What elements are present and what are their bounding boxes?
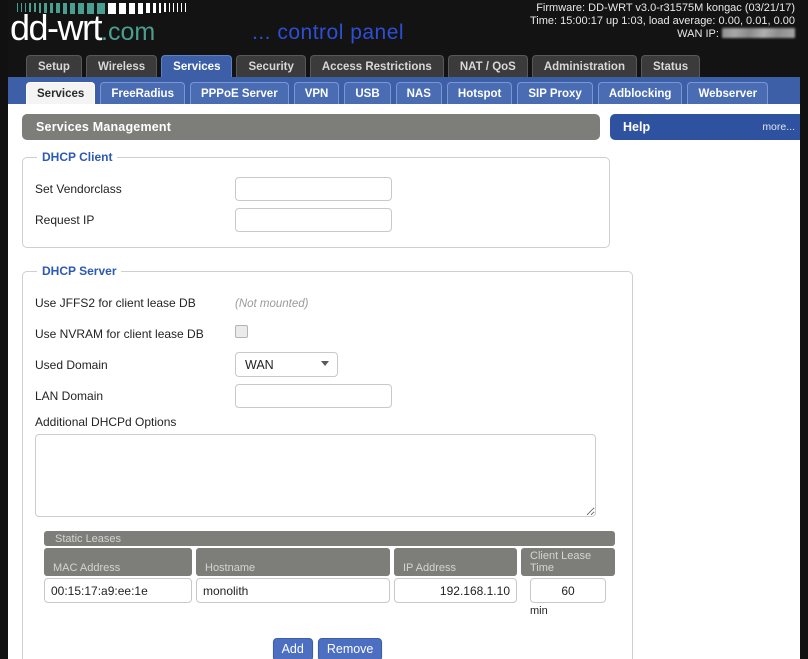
tick-mark <box>169 3 170 12</box>
column-header-hostname: Hostname <box>196 548 390 576</box>
brand-logo-main: dd-wrt <box>10 7 103 48</box>
request-ip-label: Request IP <box>35 212 95 227</box>
content-frame: dd-wrt.com ... control panel Firmware: D… <box>8 0 800 659</box>
tick-mark <box>185 3 186 12</box>
static-leases-table: Static Leases MAC Address Hostname IP Ad… <box>35 531 620 659</box>
nvram-lease-db-checkbox[interactable] <box>235 324 248 338</box>
wan-ip-redacted-value <box>722 28 795 38</box>
used-domain-label: Used Domain <box>35 357 108 372</box>
table-row: min <box>44 578 615 617</box>
add-button[interactable]: Add <box>272 638 313 659</box>
additional-dhcpd-options-label: Additional DHCPd Options <box>35 415 177 429</box>
remove-button[interactable]: Remove <box>317 638 383 659</box>
dhcp-client-fieldset: DHCP Client Set Vendorclass Request IP <box>22 150 610 248</box>
additional-dhcpd-options-textarea[interactable] <box>35 434 596 517</box>
sub-tab-sip-proxy[interactable]: SIP Proxy <box>517 82 593 104</box>
request-ip-control <box>235 207 597 232</box>
static-leases-title: Static Leases <box>44 531 615 546</box>
main-tab-nat-qos[interactable]: NAT / QoS <box>447 55 528 77</box>
sub-tab-usb[interactable]: USB <box>344 82 391 104</box>
row-nvram-lease-db: Use NVRAM for client lease DB <box>35 318 620 349</box>
firmware-text: Firmware: DD-WRT v3.0-r31575M kongac (03… <box>536 2 795 14</box>
nvram-lease-db-control <box>235 324 620 343</box>
settings-column: DHCP Client Set Vendorclass Request IP D… <box>22 140 633 659</box>
additional-dhcpd-options-block: Additional DHCPd Options <box>35 415 620 517</box>
sub-tab-freeradius[interactable]: FreeRadius <box>100 82 185 104</box>
lease-time-cell: min <box>521 578 615 617</box>
wan-ip-row: WAN IP: <box>530 28 795 41</box>
lan-domain-control <box>235 383 620 408</box>
dhcp-server-fieldset: DHCP Server Use JFFS2 for client lease D… <box>22 264 633 659</box>
lease-ip-input[interactable] <box>394 578 517 603</box>
main-tab-bar: Setup Wireless Services Security Access Rest… <box>8 50 800 77</box>
tick-mark <box>164 3 166 12</box>
static-leases-button-row: Add Remove <box>35 638 620 659</box>
tick-mark <box>159 3 161 13</box>
page-title: Services Management <box>22 114 600 140</box>
sub-tab-vpn[interactable]: VPN <box>293 82 340 104</box>
tick-mark <box>173 3 174 12</box>
page-root: dd-wrt.com ... control panel Firmware: D… <box>0 0 808 659</box>
used-domain-control: WAN <box>235 352 620 377</box>
main-tab-status[interactable]: Status <box>640 55 701 77</box>
column-header-client-lease-time: Client Lease Time <box>521 548 615 576</box>
lan-domain-input[interactable] <box>235 383 392 408</box>
main-tab-wireless[interactable]: Wireless <box>85 55 158 77</box>
main-tab-setup[interactable]: Setup <box>26 55 82 77</box>
dhcp-client-legend: DHCP Client <box>42 150 113 164</box>
row-used-domain: Used Domain WAN <box>35 349 620 380</box>
set-vendorclass-input[interactable] <box>235 176 392 201</box>
row-set-vendorclass: Set Vendorclass <box>35 173 597 204</box>
page-header: dd-wrt.com ... control panel Firmware: D… <box>8 0 800 50</box>
sub-tab-bar: Services FreeRadius PPPoE Server VPN USB NAS H… <box>8 77 800 104</box>
main-tab-security[interactable]: Security <box>236 55 306 77</box>
help-more-link[interactable]: more... <box>762 121 795 133</box>
jffs2-lease-db-control: (Not mounted) <box>235 294 620 312</box>
page-body: Services Management Help more... DHCP Cl… <box>8 104 800 659</box>
row-request-ip: Request IP <box>35 204 597 235</box>
sub-tab-services[interactable]: Services <box>26 82 96 104</box>
lease-time-input[interactable] <box>530 578 606 603</box>
nvram-lease-db-label: Use NVRAM for client lease DB <box>35 326 204 341</box>
tick-mark <box>177 3 178 12</box>
title-row: Services Management Help more... <box>8 114 800 140</box>
sub-tab-hotspot[interactable]: Hotspot <box>446 82 513 104</box>
lan-domain-label: LAN Domain <box>35 388 104 403</box>
sub-tab-webserver[interactable]: Webserver <box>687 82 769 104</box>
row-jffs2-lease-db: Use JFFS2 for client lease DB (Not mount… <box>35 287 620 318</box>
dhcp-server-legend: DHCP Server <box>42 264 117 278</box>
wan-ip-label: WAN IP: <box>677 28 719 40</box>
lease-mac-input[interactable] <box>44 578 192 603</box>
sub-tab-nas[interactable]: NAS <box>395 82 442 104</box>
uptime-text: Time: 15:00:17 up 1:03, load average: 0.… <box>529 15 795 27</box>
lease-hostname-input[interactable] <box>196 578 390 603</box>
sub-tab-pppoe-server[interactable]: PPPoE Server <box>189 82 289 104</box>
main-tab-services[interactable]: Services <box>161 55 233 77</box>
used-domain-select-wrap: WAN <box>235 352 338 377</box>
request-ip-input[interactable] <box>235 207 392 232</box>
row-lan-domain: LAN Domain <box>35 380 620 411</box>
brand-logo: dd-wrt.com <box>10 10 155 50</box>
column-header-ip-address: IP Address <box>394 548 517 576</box>
help-panel[interactable]: Help more... <box>610 114 800 140</box>
help-title: Help <box>623 120 651 134</box>
jffs2-lease-db-label: Use JFFS2 for client lease DB <box>35 295 196 310</box>
system-info: Firmware: DD-WRT v3.0-r31575M kongac (03… <box>530 2 795 41</box>
set-vendorclass-label: Set Vendorclass <box>35 181 122 196</box>
chevron-down-icon <box>321 361 329 366</box>
column-header-mac-address: MAC Address <box>44 548 192 576</box>
tick-mark <box>181 3 182 12</box>
brand-tagline: ... control panel <box>252 21 405 44</box>
sub-tab-adblocking[interactable]: Adblocking <box>597 82 683 104</box>
static-leases-header-row: MAC Address Hostname IP Address Client L… <box>44 548 615 576</box>
brand-logo-tld: .com <box>101 18 156 46</box>
set-vendorclass-control <box>235 176 597 201</box>
main-tab-administration[interactable]: Administration <box>531 55 637 77</box>
main-tab-access-restrictions[interactable]: Access Restrictions <box>309 55 444 77</box>
jffs2-status-text: (Not mounted) <box>235 297 309 310</box>
lease-time-unit-label: min <box>530 605 548 617</box>
